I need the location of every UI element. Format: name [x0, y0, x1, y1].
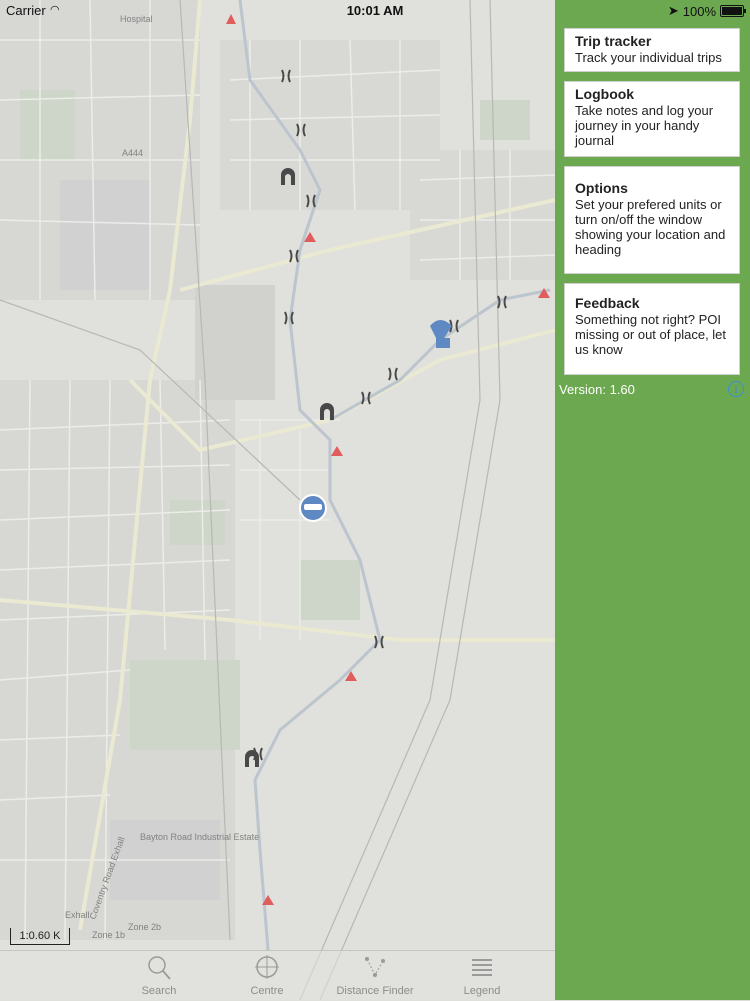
map-scale-bar: 1:0.60 K: [10, 928, 70, 945]
feedback-description: Something not right? POI missing or out …: [575, 312, 727, 357]
logbook-card[interactable]: Logbook Take notes and log your journey …: [564, 81, 740, 157]
tab-search[interactable]: Search: [114, 955, 204, 999]
battery-icon: [720, 5, 746, 17]
hazard-marker: [331, 446, 343, 456]
marina-marker: [436, 338, 450, 348]
trip-tracker-description: Track your individual trips: [575, 50, 722, 65]
logbook-description: Take notes and log your journey in your …: [575, 103, 714, 148]
boat-location-marker: [304, 504, 322, 510]
tab-centre[interactable]: Centre: [222, 955, 312, 999]
tab-centre-label: Centre: [250, 985, 284, 997]
bridge-marker: [497, 295, 507, 309]
location-arrow-icon: ➤: [667, 3, 679, 18]
map-canvas: Bayton Road Industrial Estate Coventry R…: [0, 0, 555, 1000]
tab-distance-finder-label: Distance Finder: [336, 985, 414, 997]
feedback-title: Feedback: [575, 295, 640, 311]
centre-icon: [255, 955, 279, 979]
version-label: Version: 1.60: [559, 382, 635, 397]
urban-area: [220, 40, 440, 210]
tab-legend-label: Legend: [463, 985, 501, 997]
map-label: Exhall: [65, 910, 90, 920]
battery-percentage: 100%: [682, 3, 716, 19]
park: [300, 560, 360, 620]
tab-bar: Search Centre Distance Finder Legend: [0, 950, 555, 1001]
tab-search-label: Search: [141, 985, 177, 997]
status-bar: Carrier ◠ 10:01 AM ➤ 100%: [0, 0, 750, 22]
park: [130, 660, 240, 750]
park: [480, 100, 530, 140]
park: [20, 90, 75, 160]
map-label: Zone 1b: [92, 930, 125, 940]
tab-distance-finder[interactable]: Distance Finder: [330, 955, 420, 999]
info-icon[interactable]: i: [728, 381, 744, 397]
trip-tracker-card[interactable]: Trip tracker Track your individual trips: [564, 28, 740, 72]
logbook-title: Logbook: [575, 86, 635, 102]
tunnel-marker: [245, 750, 259, 767]
map-view[interactable]: Bayton Road Industrial Estate Coventry R…: [0, 0, 555, 1000]
map-label: Bayton Road Industrial Estate: [140, 832, 259, 842]
map-label: A444: [122, 148, 143, 158]
legend-icon: [472, 959, 492, 976]
feedback-card[interactable]: Feedback Something not right? POI missin…: [564, 283, 740, 375]
options-title: Options: [575, 180, 628, 196]
tunnel-marker: [320, 403, 334, 420]
side-menu-panel: Trip tracker Track your individual trips…: [555, 0, 750, 1000]
tab-legend[interactable]: Legend: [437, 955, 527, 999]
clock: 10:01 AM: [346, 3, 404, 18]
industrial-area: [60, 180, 150, 290]
distance-finder-icon: [365, 957, 385, 977]
map-label: Zone 2b: [128, 922, 161, 932]
bridge-marker: [388, 367, 398, 381]
search-icon: [148, 956, 171, 980]
trip-tracker-title: Trip tracker: [575, 33, 652, 49]
options-card[interactable]: Options Set your prefered units or turn …: [564, 166, 740, 274]
options-description: Set your prefered units or turn on/off t…: [575, 197, 726, 257]
industrial-area: [195, 285, 275, 400]
park: [170, 500, 225, 545]
